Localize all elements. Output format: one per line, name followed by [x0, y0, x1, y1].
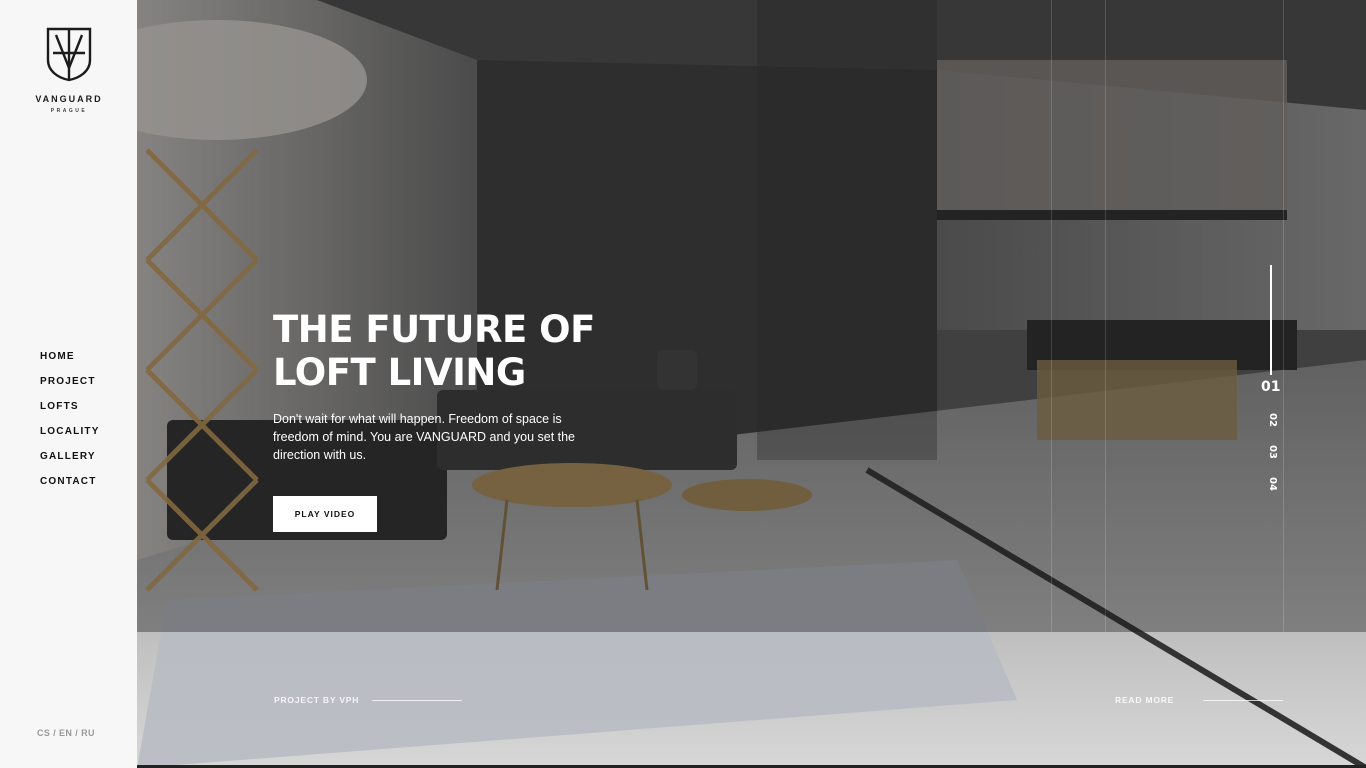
nav-item-gallery[interactable]: GALLERY: [40, 450, 100, 475]
brand-logo[interactable]: VANGUARD PRAGUE: [32, 26, 106, 116]
slide-indicator-01[interactable]: 01: [1261, 379, 1280, 395]
brand-city: PRAGUE: [50, 108, 88, 114]
read-more-line: [1203, 700, 1283, 701]
lang-cs[interactable]: CS: [37, 728, 50, 738]
hero-title: THE FUTURE OF LOFT LIVING: [273, 308, 673, 394]
play-video-button[interactable]: PLAY VIDEO: [273, 496, 377, 532]
project-by-link[interactable]: PROJECT BY VPH: [274, 695, 359, 705]
sidebar: VANGUARD PRAGUE HOME PROJECT LOFTS LOCAL…: [0, 0, 137, 768]
nav-item-contact[interactable]: CONTACT: [40, 475, 100, 500]
hero-description: Don't wait for what will happen. Freedom…: [273, 412, 576, 462]
grid-line: [1283, 0, 1284, 632]
read-more-link[interactable]: READ MORE: [1115, 695, 1174, 705]
brand-name: VANGUARD: [35, 94, 103, 104]
project-by-line: [372, 700, 462, 701]
hero-title-line1: THE FUTURE OF: [273, 308, 595, 351]
main-nav: HOME PROJECT LOFTS LOCALITY GALLERY CONT…: [40, 350, 100, 500]
lang-ru[interactable]: RU: [81, 728, 95, 738]
shield-logo-icon: [46, 27, 92, 82]
grid-line: [1051, 0, 1052, 632]
slider-progress-line: [1270, 265, 1272, 375]
nav-item-locality[interactable]: LOCALITY: [40, 425, 100, 450]
lang-separator: /: [75, 728, 79, 738]
nav-item-lofts[interactable]: LOFTS: [40, 400, 100, 425]
lang-separator: /: [53, 728, 57, 738]
grid-line: [1105, 0, 1106, 632]
nav-item-project[interactable]: PROJECT: [40, 375, 100, 400]
nav-item-home[interactable]: HOME: [40, 350, 100, 375]
slide-indicator-04[interactable]: 04: [1267, 477, 1278, 491]
hero-title-line2: LOFT LIVING: [273, 351, 526, 394]
hero-section: THE FUTURE OF LOFT LIVING Don't wait for…: [137, 0, 1366, 768]
language-switcher: CS / EN / RU: [37, 728, 95, 738]
lang-en[interactable]: EN: [59, 728, 72, 738]
slide-indicator-02[interactable]: 02: [1267, 413, 1278, 427]
slide-indicator-03[interactable]: 03: [1267, 445, 1278, 459]
